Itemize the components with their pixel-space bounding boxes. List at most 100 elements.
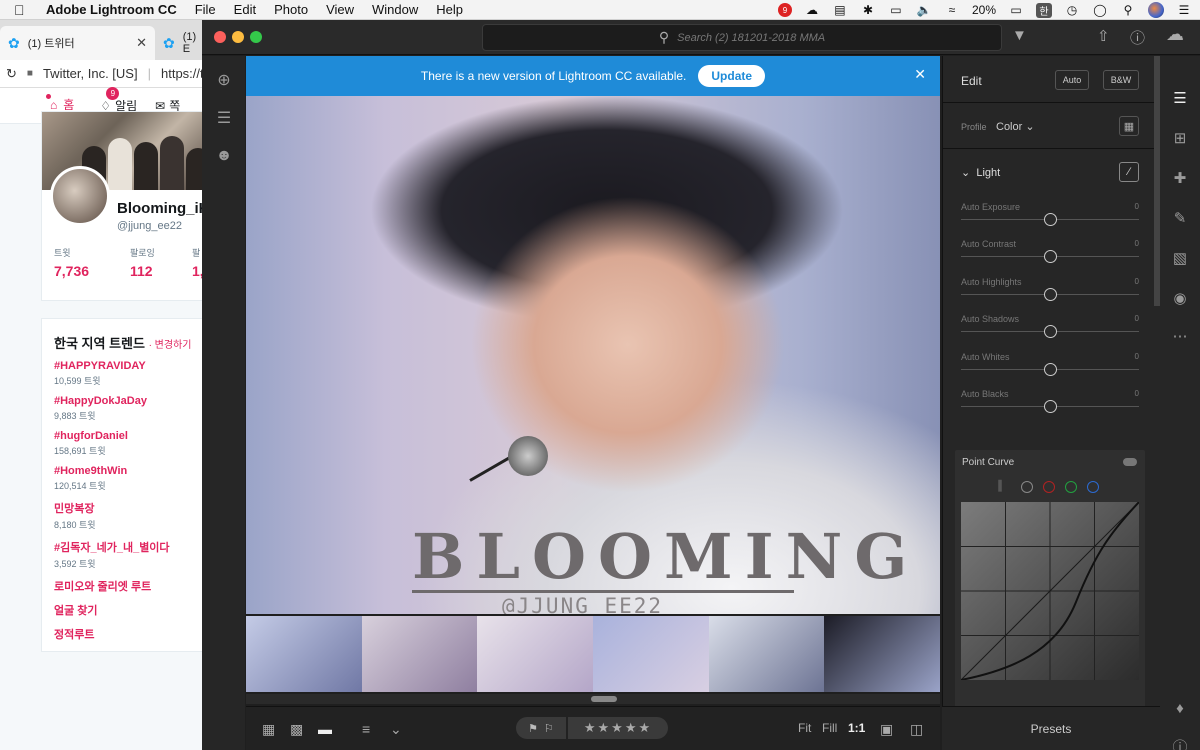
crop-icon[interactable]: ⊞: [1170, 128, 1190, 148]
curve-graph[interactable]: [961, 502, 1139, 680]
slider-value[interactable]: 0: [1135, 277, 1139, 286]
slider-value[interactable]: 0: [1135, 389, 1139, 398]
trend-item[interactable]: #김독자_네가_내_별이다 3,592 트윗: [54, 539, 209, 570]
filmstrip-thumb[interactable]: [708, 616, 825, 692]
trend-item[interactable]: #HappyDokJaDay 9,883 트윗: [54, 395, 209, 422]
slider-handle[interactable]: [1044, 400, 1057, 413]
siri-icon[interactable]: [1148, 2, 1164, 18]
update-button[interactable]: Update: [698, 65, 766, 87]
filter-icon[interactable]: ▼: [1012, 27, 1027, 44]
profile-browser-icon[interactable]: ▦: [1119, 116, 1139, 136]
menu-help[interactable]: Help: [436, 2, 463, 17]
bw-button[interactable]: B&W: [1103, 70, 1139, 90]
trend-item[interactable]: 정적루트: [54, 626, 209, 642]
slider-value[interactable]: 0: [1135, 202, 1139, 211]
slider-handle[interactable]: [1044, 325, 1057, 338]
sort-icon[interactable]: ≡: [362, 721, 370, 737]
battery-icon[interactable]: ▭: [1008, 3, 1024, 17]
trend-item[interactable]: #hugforDaniel 158,691 트윗: [54, 430, 209, 457]
url-text[interactable]: https://t: [161, 66, 204, 81]
slider-value[interactable]: 0: [1135, 314, 1139, 323]
stat-following[interactable]: 팔로잉 112: [130, 246, 155, 279]
menu-window[interactable]: Window: [372, 2, 418, 17]
input-source-icon[interactable]: 한: [1036, 2, 1052, 18]
slider-highlights[interactable]: Auto Highlights 0: [961, 277, 1139, 309]
filmstrip-thumb[interactable]: [593, 616, 709, 692]
filmstrip-thumb[interactable]: [361, 616, 478, 692]
zoom-fit[interactable]: Fit: [798, 721, 811, 735]
apple-icon[interactable]: : [14, 2, 32, 18]
profile-dropdown[interactable]: Color ⌄: [996, 120, 1035, 133]
trend-item[interactable]: #HAPPYRAVIDAY 10,599 트윗: [54, 360, 209, 387]
menu-file[interactable]: File: [195, 2, 216, 17]
star-rating[interactable]: ★★★★★: [568, 717, 668, 739]
presets-button[interactable]: Presets: [942, 706, 1160, 750]
reject-flag-icon[interactable]: ⚐: [544, 722, 554, 735]
info-icon[interactable]: ⓘ: [1170, 736, 1190, 750]
notification-status-icon[interactable]: 9: [777, 3, 792, 17]
slider-handle[interactable]: [1044, 363, 1057, 376]
slider-handle[interactable]: [1044, 213, 1057, 226]
profile-name[interactable]: Blooming_iK: [117, 200, 209, 217]
menu-view[interactable]: View: [326, 2, 354, 17]
chevron-down-icon[interactable]: ⌄: [390, 721, 402, 738]
filmstrip-scrollbar[interactable]: [246, 694, 940, 704]
slider-value[interactable]: 0: [1135, 239, 1139, 248]
creative-cloud-icon[interactable]: ☁: [804, 3, 820, 17]
light-section-header[interactable]: ⌄ Light: [961, 166, 1000, 179]
channel-rgb-icon[interactable]: [1021, 481, 1033, 493]
slider-blacks[interactable]: Auto Blacks 0: [961, 389, 1139, 421]
linear-gradient-icon[interactable]: ▧: [1170, 248, 1190, 268]
wifi-icon[interactable]: ≈: [944, 3, 960, 17]
close-icon[interactable]: ✕: [914, 66, 926, 83]
parametric-curve-icon[interactable]: ∥: [997, 478, 1003, 492]
point-curve-toggle[interactable]: [1123, 458, 1137, 466]
display-icon[interactable]: ▤: [832, 3, 848, 17]
cloud-sync-icon[interactable]: ☁: [1166, 24, 1184, 45]
channel-green-icon[interactable]: [1065, 481, 1077, 493]
auto-button[interactable]: Auto: [1055, 70, 1089, 90]
library-icon[interactable]: ☰: [214, 108, 234, 128]
user-icon[interactable]: ◯: [1092, 3, 1108, 17]
trend-item[interactable]: 로미오와 줄리엣 루트: [54, 578, 209, 594]
photo-preview[interactable]: BLOOMING @JJUNG_EE22: [246, 96, 940, 614]
detail-view-icon[interactable]: ▬: [318, 721, 332, 737]
square-grid-icon[interactable]: ▦: [262, 721, 275, 738]
trend-item[interactable]: #Home9thWin 120,514 트윗: [54, 465, 209, 492]
address-bar[interactable]: ↻ ■ Twitter, Inc. [US] | https://t: [0, 60, 210, 88]
people-icon[interactable]: ☻: [214, 146, 234, 166]
channel-blue-icon[interactable]: [1087, 481, 1099, 493]
zoom-one-to-one[interactable]: 1:1: [848, 721, 865, 735]
slider-exposure[interactable]: Auto Exposure 0: [961, 202, 1139, 234]
slider-contrast[interactable]: Auto Contrast 0: [961, 239, 1139, 271]
airplay-icon[interactable]: ▭: [888, 3, 904, 17]
stat-tweets[interactable]: 트윗 7,736: [54, 246, 89, 279]
trend-item[interactable]: 민망복장 8,180 트윗: [54, 500, 209, 531]
spotlight-search-icon[interactable]: ⚲: [1120, 3, 1136, 17]
search-input[interactable]: ⚲ Search (2) 181201-2018 MMA: [482, 24, 1002, 51]
volume-icon[interactable]: 🔈: [916, 3, 932, 17]
pick-flag-icon[interactable]: ⚑: [528, 722, 538, 735]
more-icon[interactable]: ⋯: [1170, 326, 1190, 346]
compare-icon[interactable]: ◫: [910, 721, 923, 738]
bluetooth-icon[interactable]: ✱: [860, 3, 876, 17]
scroll-knob[interactable]: [591, 696, 617, 702]
menu-photo[interactable]: Photo: [274, 2, 308, 17]
zoom-fill[interactable]: Fill: [822, 721, 837, 735]
tab-twitter-active[interactable]: ✿ (1) 트위터 ✕: [0, 26, 155, 60]
filmstrip-thumb[interactable]: [477, 616, 594, 692]
tone-curve-icon[interactable]: ∕: [1119, 162, 1139, 182]
menu-edit[interactable]: Edit: [234, 2, 256, 17]
profile-handle[interactable]: @jjung_ee22: [117, 220, 182, 232]
share-icon[interactable]: ⇧: [1097, 27, 1110, 45]
photo-grid-icon[interactable]: ▩: [290, 721, 303, 738]
edit-sliders-icon[interactable]: ☰: [1170, 88, 1190, 108]
slider-handle[interactable]: [1044, 288, 1057, 301]
notification-center-icon[interactable]: ☰: [1176, 3, 1192, 17]
flag-controls[interactable]: ⚑ ⚐: [516, 717, 566, 739]
zoom-window-button[interactable]: [250, 31, 262, 43]
radial-gradient-icon[interactable]: ◉: [1170, 288, 1190, 308]
filmstrip-thumb[interactable]: [824, 616, 941, 692]
help-icon[interactable]: ⓘ: [1130, 27, 1145, 48]
menu-app-name[interactable]: Adobe Lightroom CC: [46, 2, 177, 17]
